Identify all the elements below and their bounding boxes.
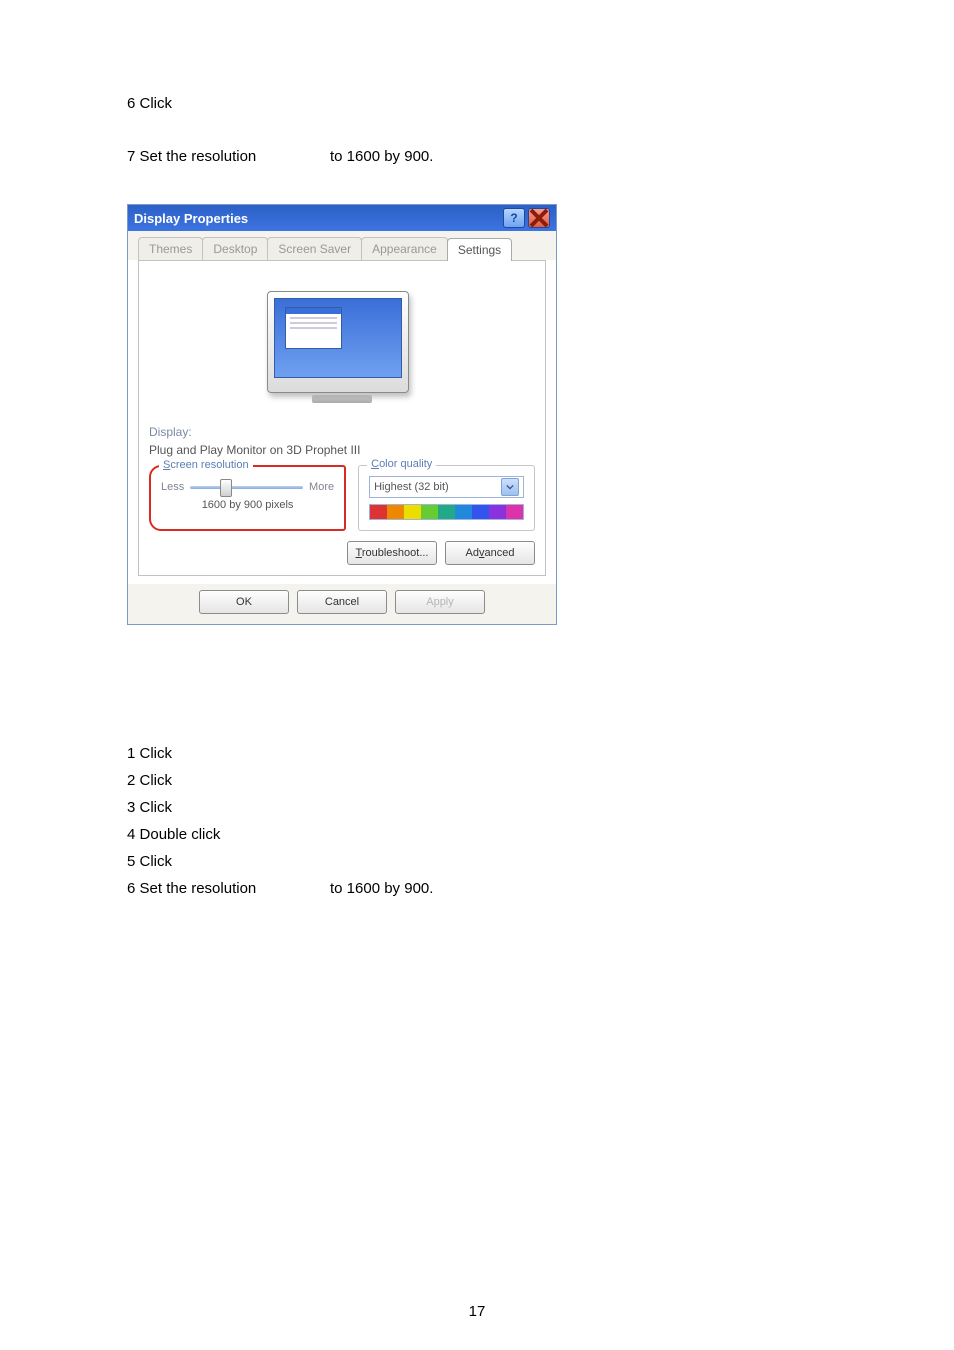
color-quality-select[interactable]: Highest (32 bit) — [369, 476, 524, 498]
instruction-line: 2 Click — [127, 772, 172, 789]
page-number: 17 — [0, 1303, 954, 1320]
slider-more: More — [309, 481, 334, 493]
step-num: 6 — [127, 95, 135, 112]
advanced-button[interactable]: Advanced — [445, 541, 535, 565]
screen-resolution-group: Screen resolution Less More 1600 by 900 … — [149, 465, 346, 531]
instruction-line: 3 Click — [127, 799, 172, 816]
resolution-slider[interactable] — [190, 479, 303, 495]
instruction-suffix: to 1600 by 900. — [330, 148, 433, 165]
chevron-down-icon — [501, 478, 519, 496]
step-text: Click — [140, 95, 173, 112]
slider-less: Less — [161, 481, 184, 493]
close-button[interactable] — [528, 208, 550, 228]
display-properties-dialog: Display Properties ? Themes Desktop Scre… — [127, 204, 557, 625]
color-spectrum — [369, 504, 524, 520]
dialog-footer: OK Cancel Apply — [128, 584, 556, 624]
tab-appearance[interactable]: Appearance — [361, 237, 448, 260]
display-value: Plug and Play Monitor on 3D Prophet III — [149, 443, 535, 457]
ok-button[interactable]: OK — [199, 590, 289, 614]
tab-screensaver[interactable]: Screen Saver — [267, 237, 362, 260]
step-num: 7 — [127, 148, 135, 165]
instruction-line: 7 Set the resolution — [127, 148, 256, 165]
resolution-value: 1600 by 900 pixels — [161, 499, 334, 511]
resolution-legend: Screen resolution — [159, 459, 253, 471]
apply-button[interactable]: Apply — [395, 590, 485, 614]
tab-themes[interactable]: Themes — [138, 237, 203, 260]
cancel-button[interactable]: Cancel — [297, 590, 387, 614]
help-button[interactable]: ? — [503, 208, 525, 228]
instruction-line: 6 Set the resolution — [127, 880, 256, 897]
instruction-line: 6 Click — [127, 95, 172, 112]
display-label: Display: — [149, 425, 535, 439]
tab-desktop[interactable]: Desktop — [202, 237, 268, 260]
instruction-suffix: to 1600 by 900. — [330, 880, 433, 897]
instruction-line: 1 Click — [127, 745, 172, 762]
instruction-line: 4 Double click — [127, 826, 220, 843]
tab-row: Themes Desktop Screen Saver Appearance S… — [128, 231, 556, 260]
titlebar[interactable]: Display Properties ? — [128, 205, 556, 231]
troubleshoot-button[interactable]: Troubleshoot... — [347, 541, 437, 565]
monitor-preview — [149, 271, 535, 421]
color-quality-group: Color quality Highest (32 bit) — [358, 465, 535, 531]
color-legend: Color quality — [367, 458, 436, 470]
tab-settings[interactable]: Settings — [447, 238, 512, 261]
dialog-title: Display Properties — [134, 211, 248, 226]
instruction-line: 5 Click — [127, 853, 172, 870]
step-text: Set the resolution — [140, 148, 257, 165]
tab-body: Display: Plug and Play Monitor on 3D Pro… — [138, 260, 546, 576]
